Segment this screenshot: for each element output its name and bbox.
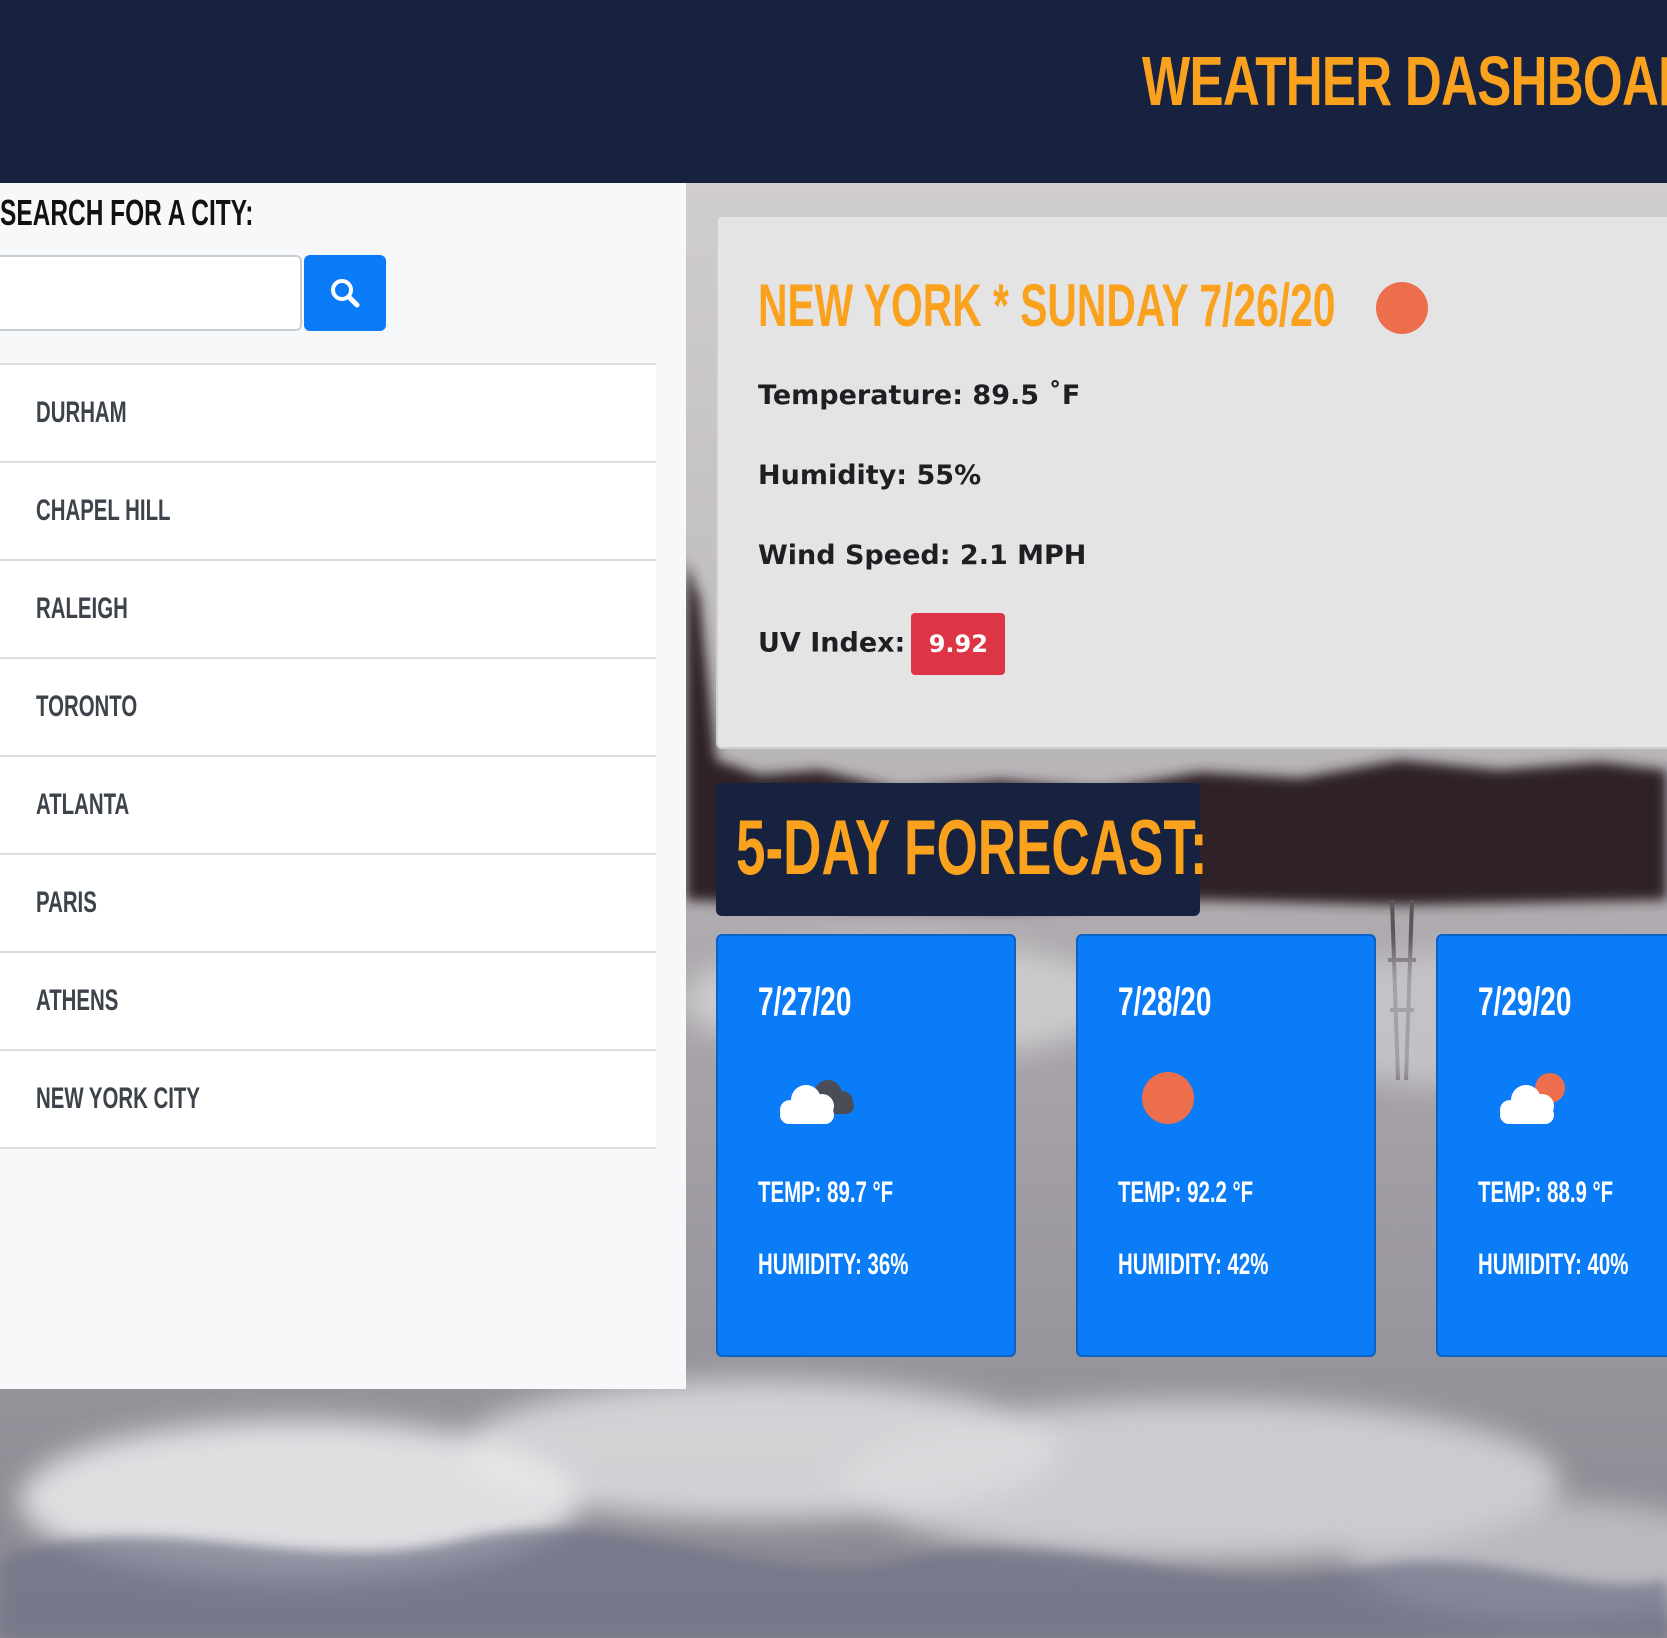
uv-index-label: UV Index: xyxy=(758,627,906,659)
city-item-paris[interactable]: PARIS xyxy=(0,855,656,953)
city-label: RALEIGH xyxy=(36,592,128,625)
forecast-temp: TEMP: 92.2 °F xyxy=(1118,1176,1254,1209)
app-title: WEATHER DASHBOARD xyxy=(1142,42,1667,120)
forecast-humidity: HUMIDITY: 42% xyxy=(1118,1248,1269,1281)
forecast-temp: TEMP: 89.7 °F xyxy=(758,1176,894,1209)
sun-icon xyxy=(1142,1072,1194,1124)
city-label: DURHAM xyxy=(36,396,127,429)
city-item-atlanta[interactable]: ATLANTA xyxy=(0,757,656,855)
humidity-stat: Humidity: 55% xyxy=(758,460,982,491)
city-label: TORONTO xyxy=(36,690,138,723)
forecast-card-day-1: 7/27/20 TEMP: 89.7 °F HUMIDITY: 36% xyxy=(716,934,1016,1357)
city-item-athens[interactable]: ATHENS xyxy=(0,953,656,1051)
city-label: NEW YORK CITY xyxy=(36,1082,200,1115)
wind-speed-stat: Wind Speed: 2.1 MPH xyxy=(758,540,1087,571)
temperature-stat: Temperature: 89.5 ˚F xyxy=(758,380,1081,411)
search-heading: SEARCH FOR A CITY: xyxy=(0,192,254,233)
partly-cloudy-icon xyxy=(1500,1073,1565,1124)
city-item-toronto[interactable]: TORONTO xyxy=(0,659,656,757)
forecast-heading: 5-DAY FORECAST: xyxy=(736,803,1208,891)
forecast-date: 7/29/20 xyxy=(1478,980,1572,1024)
forecast-humidity: HUMIDITY: 36% xyxy=(758,1248,909,1281)
forecast-card-day-3: 7/29/20 TEMP: 88.9 °F HUMIDITY: 40% xyxy=(1436,934,1667,1357)
forecast-heading-box: 5-DAY FORECAST: xyxy=(716,783,1208,916)
search-icon xyxy=(331,279,360,308)
uv-index-badge: 9.92 xyxy=(911,613,1006,675)
city-search-input[interactable] xyxy=(0,255,302,331)
current-weather-title: NEW YORK * SUNDAY 7/26/20 xyxy=(758,272,1336,339)
forecast-card-day-2: 7/28/20 TEMP: 92.2 °F HUMIDITY: 42% xyxy=(1076,934,1376,1357)
city-label: ATLANTA xyxy=(36,788,130,821)
forecast-date: 7/28/20 xyxy=(1118,980,1212,1024)
forecast-temp: TEMP: 88.9 °F xyxy=(1478,1176,1614,1209)
search-button[interactable] xyxy=(304,255,386,331)
forecast-humidity: HUMIDITY: 40% xyxy=(1478,1248,1629,1281)
broken-clouds-icon xyxy=(780,1080,854,1124)
city-item-durham[interactable]: DURHAM xyxy=(0,365,656,463)
search-history-list: DURHAM CHAPEL HILL RALEIGH TORONTO ATLAN… xyxy=(0,363,656,1149)
app-header: WEATHER DASHBOARD xyxy=(0,0,1667,183)
city-label: PARIS xyxy=(36,886,97,919)
city-item-chapel-hill[interactable]: CHAPEL HILL xyxy=(0,463,656,561)
city-item-new-york-city[interactable]: NEW YORK CITY xyxy=(0,1051,656,1149)
current-weather-card: NEW YORK * SUNDAY 7/26/20 Temperature: 8… xyxy=(716,215,1667,749)
forecast-date: 7/27/20 xyxy=(758,980,852,1024)
city-label: CHAPEL HILL xyxy=(36,494,171,527)
sun-icon xyxy=(1376,282,1428,334)
city-label: ATHENS xyxy=(36,984,119,1017)
search-sidebar: SEARCH FOR A CITY: DURHAM CHAPEL HILL RA… xyxy=(0,183,686,1389)
city-item-raleigh[interactable]: RALEIGH xyxy=(0,561,656,659)
uv-index-stat: UV Index: 9.92 xyxy=(758,613,1006,675)
